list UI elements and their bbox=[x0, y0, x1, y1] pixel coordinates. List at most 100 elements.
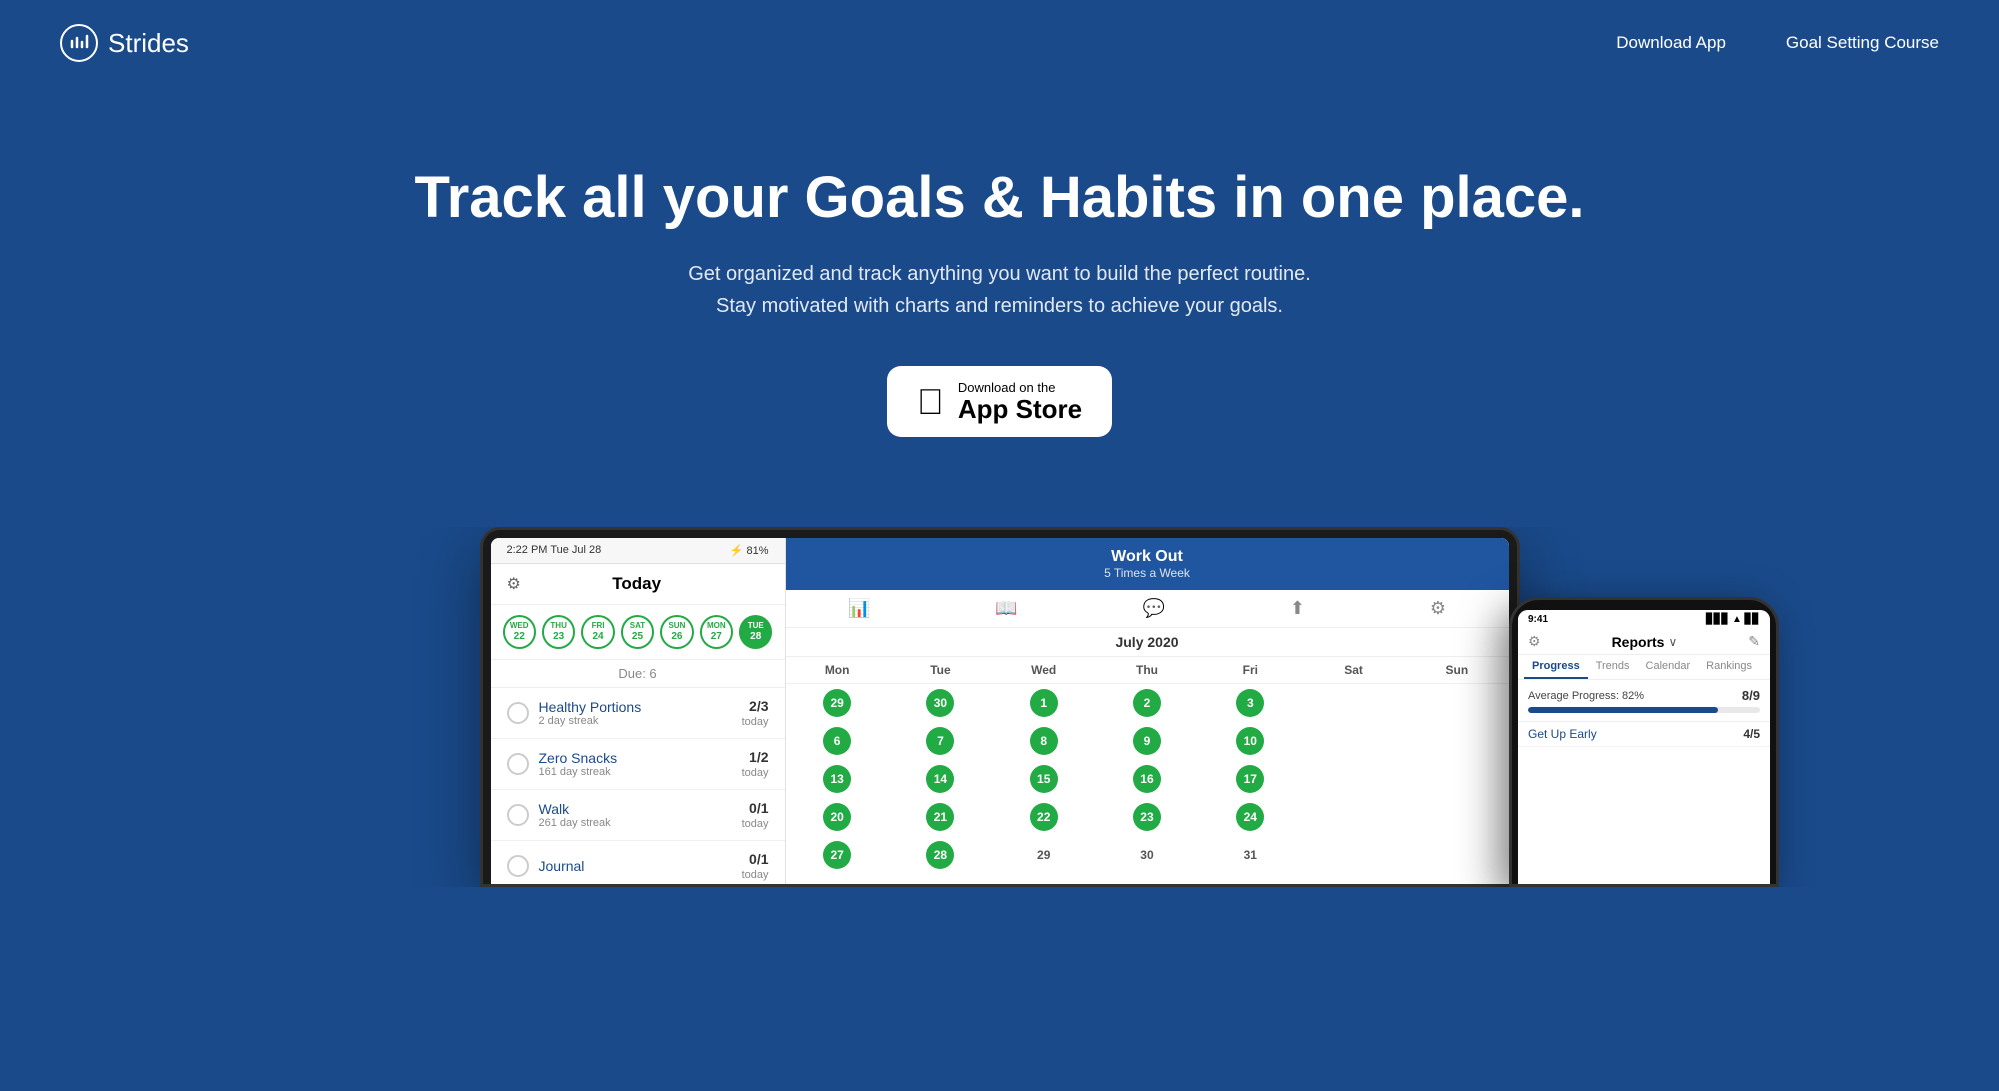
cal-dot: 27 bbox=[823, 841, 851, 869]
habit-progress: 0/1 today bbox=[742, 800, 769, 830]
day-wed[interactable]: WED22 bbox=[503, 615, 536, 649]
cal-empty bbox=[1340, 841, 1368, 869]
habit-name: Walk bbox=[539, 801, 732, 817]
workout-subtitle: 5 Times a Week bbox=[796, 566, 1499, 580]
day-tue-active[interactable]: TUE28 bbox=[739, 615, 772, 649]
habit-check[interactable] bbox=[507, 804, 529, 826]
cal-cell[interactable]: 1 bbox=[992, 684, 1095, 722]
habit-info: Zero Snacks 161 day streak bbox=[539, 750, 732, 778]
day-sun[interactable]: SUN26 bbox=[660, 615, 693, 649]
habit-check[interactable] bbox=[507, 702, 529, 724]
cta-top: Download on the bbox=[958, 380, 1082, 395]
cal-cell[interactable]: 27 bbox=[786, 836, 889, 874]
cal-cell[interactable]: 29 bbox=[992, 836, 1095, 874]
cal-cell[interactable]: 22 bbox=[992, 798, 1095, 836]
cal-cell[interactable]: 17 bbox=[1199, 760, 1302, 798]
day-fri[interactable]: FRI24 bbox=[581, 615, 614, 649]
devices-area: 2:22 PM Tue Jul 28 ⚡ 81% ⚙ Today WED22 T… bbox=[0, 527, 1999, 887]
avg-score: 8/9 bbox=[1742, 688, 1760, 703]
cal-cell[interactable]: 9 bbox=[1095, 722, 1198, 760]
cal-empty bbox=[1340, 689, 1368, 717]
book-icon[interactable]: 📖 bbox=[995, 598, 1017, 619]
cal-header-tue: Tue bbox=[889, 657, 992, 684]
goal-setting-link[interactable]: Goal Setting Course bbox=[1786, 33, 1939, 53]
phone-time: 9:41 bbox=[1528, 614, 1548, 625]
cal-cell[interactable]: 2 bbox=[1095, 684, 1198, 722]
habit-item-zero-snacks[interactable]: Zero Snacks 161 day streak 1/2 today bbox=[491, 739, 785, 790]
app-store-button[interactable]:  Download on the App Store bbox=[887, 366, 1112, 438]
share-icon[interactable]: ⬆ bbox=[1290, 598, 1305, 619]
cal-cell[interactable]: 30 bbox=[889, 684, 992, 722]
cal-cell[interactable]: 10 bbox=[1199, 722, 1302, 760]
cal-cell[interactable]: 16 bbox=[1095, 760, 1198, 798]
cal-cell[interactable]: 13 bbox=[786, 760, 889, 798]
cal-header-wed: Wed bbox=[992, 657, 1095, 684]
chevron-down-icon: ∨ bbox=[1668, 635, 1677, 649]
habit-list: Healthy Portions 2 day streak 2/3 today … bbox=[491, 688, 785, 887]
hero-subtitle-line1: Get organized and track anything you wan… bbox=[688, 263, 1311, 285]
habit-fraction: 0/1 bbox=[742, 851, 769, 867]
cal-cell[interactable]: 15 bbox=[992, 760, 1095, 798]
logo[interactable]: Strides bbox=[60, 24, 189, 62]
tab-trends[interactable]: Trends bbox=[1588, 655, 1638, 679]
progress-bar-bg bbox=[1528, 707, 1760, 713]
status-time: 2:22 PM Tue Jul 28 bbox=[507, 544, 602, 557]
settings-icon[interactable]: ⚙ bbox=[1430, 598, 1446, 619]
cal-cell[interactable]: 8 bbox=[992, 722, 1095, 760]
avg-text: Average Progress: 82% bbox=[1528, 690, 1644, 702]
cal-cell[interactable]: 7 bbox=[889, 722, 992, 760]
cal-cell[interactable]: 28 bbox=[889, 836, 992, 874]
cal-cell bbox=[1302, 684, 1405, 722]
hero-title: Track all your Goals & Habits in one pla… bbox=[40, 166, 1959, 230]
phone-habit-score: 4/5 bbox=[1743, 727, 1760, 741]
cal-cell[interactable]: 29 bbox=[786, 684, 889, 722]
habit-check[interactable] bbox=[507, 855, 529, 877]
phone-habit-name: Get Up Early bbox=[1528, 727, 1597, 741]
left-panel-header: ⚙ Today bbox=[491, 564, 785, 605]
habit-info: Healthy Portions 2 day streak bbox=[539, 699, 732, 727]
download-app-link[interactable]: Download App bbox=[1616, 33, 1726, 53]
day-sat[interactable]: SAT25 bbox=[621, 615, 654, 649]
habit-streak: 161 day streak bbox=[539, 766, 732, 778]
cal-cell[interactable]: 31 bbox=[1199, 836, 1302, 874]
cal-cell[interactable]: 20 bbox=[786, 798, 889, 836]
cal-cell bbox=[1302, 798, 1405, 836]
phone-signal: ▊▊▊ ▲ ▊▊ bbox=[1706, 614, 1760, 625]
cal-empty: 29 bbox=[1030, 841, 1058, 869]
settings-icon[interactable]: ⚙ bbox=[507, 574, 521, 594]
phone-habit-row[interactable]: Get Up Early 4/5 bbox=[1518, 722, 1770, 747]
cal-cell[interactable]: 6 bbox=[786, 722, 889, 760]
cal-cell[interactable]: 24 bbox=[1199, 798, 1302, 836]
phone-screen: 9:41 ▊▊▊ ▲ ▊▊ ⚙ Reports ∨ ✎ Progress Tre… bbox=[1518, 610, 1770, 887]
reports-title: Reports bbox=[1612, 634, 1665, 650]
phone-status-bar: 9:41 ▊▊▊ ▲ ▊▊ bbox=[1518, 610, 1770, 629]
day-mon[interactable]: MON27 bbox=[700, 615, 733, 649]
habit-item-journal[interactable]: Journal 0/1 today bbox=[491, 841, 785, 887]
tab-rankings[interactable]: Rankings bbox=[1698, 655, 1760, 679]
cal-cell bbox=[1405, 722, 1508, 760]
cal-cell[interactable]: 23 bbox=[1095, 798, 1198, 836]
habit-fraction: 2/3 bbox=[742, 698, 769, 714]
cal-dot: 28 bbox=[926, 841, 954, 869]
tab-calendar[interactable]: Calendar bbox=[1638, 655, 1699, 679]
tablet-status-bar: 2:22 PM Tue Jul 28 ⚡ 81% bbox=[491, 538, 785, 564]
right-panel-header: Work Out 5 Times a Week bbox=[786, 538, 1509, 590]
chart-icon[interactable]: 📊 bbox=[848, 598, 870, 619]
cal-cell[interactable]: 3 bbox=[1199, 684, 1302, 722]
habit-item-healthy-portions[interactable]: Healthy Portions 2 day streak 2/3 today bbox=[491, 688, 785, 739]
day-thu[interactable]: THU23 bbox=[542, 615, 575, 649]
tab-progress[interactable]: Progress bbox=[1524, 655, 1588, 679]
habit-item-walk[interactable]: Walk 261 day streak 0/1 today bbox=[491, 790, 785, 841]
cal-cell[interactable]: 21 bbox=[889, 798, 992, 836]
nav: Download App Goal Setting Course bbox=[1616, 33, 1939, 53]
cal-dot: 14 bbox=[926, 765, 954, 793]
cal-dot: 15 bbox=[1030, 765, 1058, 793]
cal-dot: 2 bbox=[1133, 689, 1161, 717]
phone-gear-icon[interactable]: ⚙ bbox=[1528, 633, 1541, 650]
cal-cell[interactable]: 14 bbox=[889, 760, 992, 798]
chat-icon[interactable]: 💬 bbox=[1143, 598, 1165, 619]
cal-dot: 21 bbox=[926, 803, 954, 831]
habit-check[interactable] bbox=[507, 753, 529, 775]
phone-edit-icon[interactable]: ✎ bbox=[1748, 633, 1760, 650]
cal-cell[interactable]: 30 bbox=[1095, 836, 1198, 874]
